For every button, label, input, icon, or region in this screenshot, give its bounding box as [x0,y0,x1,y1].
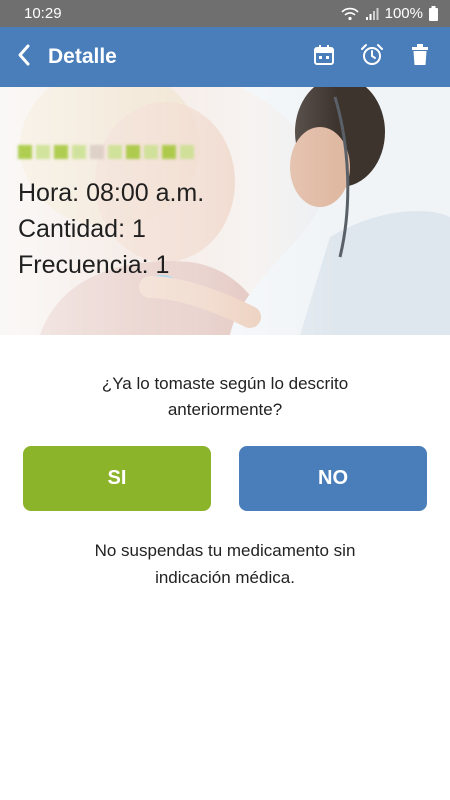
wifi-icon [341,7,359,21]
detail-cantidad: Cantidad: 1 [18,215,146,243]
calendar-button[interactable] [300,27,348,87]
delete-button[interactable] [396,27,444,87]
yes-button[interactable]: SI [23,446,211,511]
status-time: 10:29 [24,5,62,22]
signal-icon [365,7,379,21]
medication-name-redacted [18,139,204,165]
back-button[interactable] [2,27,46,87]
question-text: ¿Ya lo tomaste según lo descrito anterio… [40,371,410,423]
alarm-icon [360,43,384,72]
app-bar: Detalle [0,27,450,87]
back-arrow-icon [17,44,31,71]
warning-line-2: indicación médica. [155,568,295,587]
warning-text: No suspendas tu medicamento sin indicaci… [40,537,410,591]
page-title: Detalle [48,45,117,68]
question-line-1: ¿Ya lo tomaste según lo descrito [101,374,349,393]
calendar-icon [313,44,335,71]
battery-text: 100% [384,5,423,22]
warning-line-1: No suspendas tu medicamento sin [94,541,356,560]
status-bar: 10:29 100% [0,0,450,27]
medication-detail: Hora: 08:00 a.m. Cantidad: 1 Frecuencia:… [18,139,204,283]
alarm-button[interactable] [348,27,396,87]
detail-hora: Hora: 08:00 a.m. [18,179,205,207]
question-line-2: anteriormente? [167,400,283,419]
detail-frecuencia: Frecuencia: 1 [18,251,170,279]
status-icons: 100% [341,5,438,22]
hero-banner: Hora: 08:00 a.m. Cantidad: 1 Frecuencia:… [0,87,450,335]
no-button[interactable]: NO [239,446,427,511]
battery-icon [429,6,438,21]
trash-icon [411,43,429,71]
